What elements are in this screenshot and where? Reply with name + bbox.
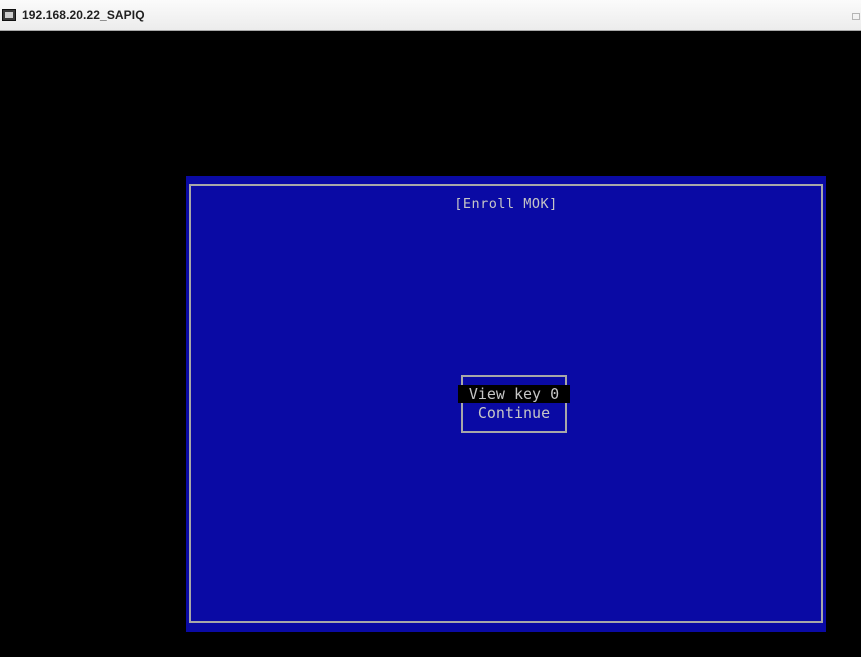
console-window-icon: [2, 9, 16, 21]
window-title: 192.168.20.22_SAPIQ: [22, 8, 145, 22]
menu-item-view-key-0[interactable]: View key 0: [458, 385, 570, 403]
window-titlebar[interactable]: 192.168.20.22_SAPIQ: [0, 0, 861, 31]
mok-manager-panel: [Enroll MOK] View key 0 Continue: [186, 176, 826, 632]
mok-panel-title: [Enroll MOK]: [454, 196, 558, 212]
restore-icon[interactable]: [852, 13, 860, 20]
menu-item-continue[interactable]: Continue: [463, 404, 565, 422]
